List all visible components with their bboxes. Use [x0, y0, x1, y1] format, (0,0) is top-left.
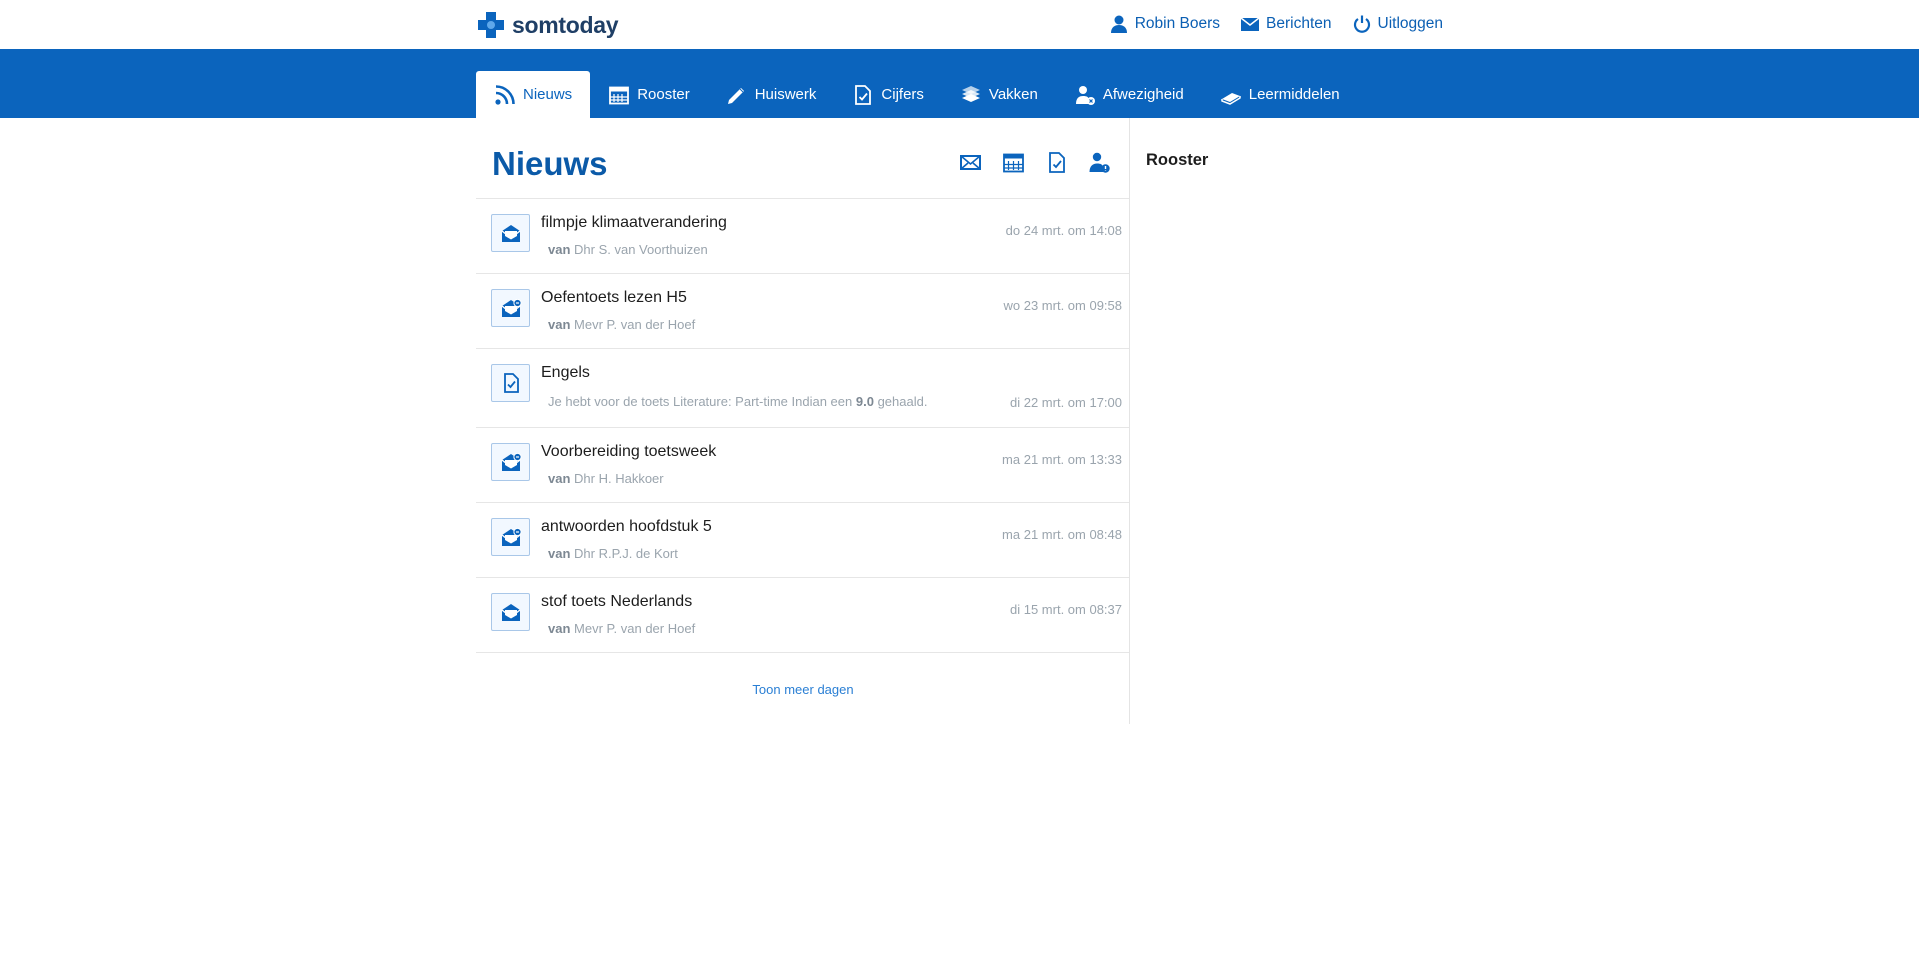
grade-message: Je hebt voor de toets Literature: Part-t…: [548, 394, 927, 409]
logout-label: Uitloggen: [1377, 15, 1444, 32]
list-item[interactable]: Voorbereiding toetsweek van Dhr H. Hakko…: [476, 428, 1129, 503]
sender-name: Dhr R.P.J. de Kort: [574, 546, 678, 561]
news-sender: van Dhr R.P.J. de Kort: [548, 546, 678, 561]
grade-document-icon: [855, 84, 872, 105]
absence-user-icon: [1089, 152, 1110, 173]
mail-icon: [960, 155, 981, 170]
news-date: wo 23 mrt. om 09:58: [1003, 298, 1123, 313]
list-item[interactable]: filmpje klimaatverandering van Dhr S. va…: [476, 199, 1129, 274]
book-icon: [1220, 92, 1241, 105]
news-date: di 22 mrt. om 17:00: [1010, 395, 1122, 410]
news-sender: van Mevr P. van der Hoef: [548, 621, 695, 636]
sender-name: Dhr S. van Voorthuizen: [574, 242, 708, 257]
sender-prefix: van: [548, 317, 571, 332]
calendar-icon: [609, 86, 630, 104]
logout-link[interactable]: Uitloggen: [1352, 14, 1444, 34]
open-envelope-icon: [491, 214, 530, 252]
open-envelope-icon: [491, 593, 530, 631]
sender-prefix: van: [548, 621, 571, 636]
grade-text-before: Je hebt voor de toets Literature: Part-t…: [548, 394, 853, 409]
news-panel: Nieuws filmpje klimaatverandering van Dh…: [476, 118, 1130, 724]
list-item[interactable]: Engels Je hebt voor de toets Literature:…: [476, 349, 1129, 428]
sender-prefix: van: [548, 242, 571, 257]
news-header: Nieuws: [476, 118, 1129, 199]
tab-nieuws[interactable]: Nieuws: [476, 71, 591, 118]
messages-label: Berichten: [1266, 15, 1332, 32]
tab-label: Afwezigheid: [1102, 86, 1184, 103]
user-icon: [1110, 15, 1127, 33]
grade-document-icon: [1049, 152, 1065, 173]
tab-label: Vakken: [988, 86, 1038, 103]
user-nav: Robin Boers Berichten Uitloggen: [1109, 14, 1443, 34]
tab-vakken[interactable]: Vakken: [942, 71, 1056, 118]
sender-name: Dhr H. Hakkoer: [574, 471, 664, 486]
schedule-sidebar: Rooster: [1146, 151, 1208, 170]
filter-messages-button[interactable]: [959, 151, 982, 174]
sender-name: Mevr P. van der Hoef: [574, 621, 696, 636]
filter-grades-button[interactable]: [1045, 151, 1068, 174]
news-title: filmpje klimaatverandering: [541, 214, 727, 231]
news-date: do 24 mrt. om 14:08: [1005, 223, 1122, 238]
nav-tabs: Nieuws Rooster Huiswerk Cijfers Vakken A…: [476, 71, 1358, 118]
open-envelope-attachment-icon: [491, 289, 530, 327]
calendar-icon: [1003, 153, 1024, 173]
list-item[interactable]: Oefentoets lezen H5 van Mevr P. van der …: [476, 274, 1129, 349]
list-item[interactable]: stof toets Nederlands van Mevr P. van de…: [476, 578, 1129, 653]
power-icon: [1353, 15, 1370, 33]
news-title: Oefentoets lezen H5: [541, 289, 687, 306]
somtoday-logo[interactable]: somtoday: [476, 10, 619, 40]
tab-label: Huiswerk: [754, 86, 817, 103]
messages-link[interactable]: Berichten: [1240, 14, 1332, 34]
news-filters: [959, 151, 1111, 174]
open-envelope-attachment-icon: [491, 518, 530, 556]
sender-prefix: van: [548, 471, 571, 486]
news-sender: van Dhr H. Hakkoer: [548, 471, 664, 486]
pencil-icon: [727, 87, 744, 104]
news-date: di 15 mrt. om 08:37: [1010, 602, 1122, 617]
page-title: Nieuws: [492, 145, 608, 182]
grade-text-after: gehaald.: [877, 394, 928, 409]
news-date: ma 21 mrt. om 13:33: [1002, 452, 1122, 467]
open-envelope-attachment-icon: [491, 443, 530, 481]
tab-label: Cijfers: [881, 86, 924, 103]
absence-user-icon: [1075, 85, 1095, 105]
news-title: Voorbereiding toetsweek: [541, 443, 717, 460]
user-name: Robin Boers: [1134, 15, 1221, 32]
sender-name: Mevr P. van der Hoef: [574, 317, 696, 332]
tab-huiswerk[interactable]: Huiswerk: [708, 71, 835, 118]
somtoday-logo-icon: [478, 12, 504, 38]
tab-afwezigheid[interactable]: Afwezigheid: [1056, 71, 1202, 118]
tab-leermiddelen[interactable]: Leermiddelen: [1202, 71, 1358, 118]
news-title: antwoorden hoofdstuk 5: [541, 518, 712, 535]
grade-value: 9.0: [855, 394, 874, 409]
user-profile-link[interactable]: Robin Boers: [1109, 14, 1220, 34]
news-title: stof toets Nederlands: [541, 593, 693, 610]
tab-label: Rooster: [637, 86, 690, 103]
news-date: ma 21 mrt. om 08:48: [1002, 527, 1122, 542]
tab-label: Leermiddelen: [1248, 86, 1340, 103]
tab-rooster[interactable]: Rooster: [590, 71, 708, 118]
news-title: Engels: [541, 364, 590, 381]
tab-label: Nieuws: [523, 86, 573, 103]
mail-icon: [1240, 17, 1260, 31]
news-sender: van Dhr S. van Voorthuizen: [548, 242, 708, 257]
list-item[interactable]: antwoorden hoofdstuk 5 van Dhr R.P.J. de…: [476, 503, 1129, 578]
tab-cijfers[interactable]: Cijfers: [834, 71, 942, 118]
sidebar-title: Rooster: [1146, 151, 1209, 169]
top-bar: somtoday Robin Boers Berichten Uitloggen: [0, 0, 1919, 49]
sender-prefix: van: [548, 546, 571, 561]
books-icon: [961, 85, 980, 102]
grade-document-icon: [491, 364, 530, 402]
rss-icon: [495, 84, 515, 105]
show-more-days-link[interactable]: Toon meer dagen: [476, 682, 1130, 697]
filter-schedule-button[interactable]: [1002, 151, 1025, 174]
brand-name: somtoday: [512, 11, 619, 38]
main-navigation: Nieuws Rooster Huiswerk Cijfers Vakken A…: [0, 49, 1919, 118]
news-sender: van Mevr P. van der Hoef: [548, 317, 695, 332]
filter-absence-button[interactable]: [1088, 151, 1111, 174]
